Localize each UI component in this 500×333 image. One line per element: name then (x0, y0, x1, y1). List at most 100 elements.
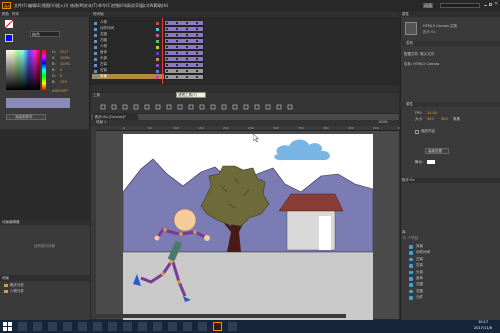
menu-item[interactable]: 控制(O) (112, 3, 126, 9)
channel-row[interactable]: G: 0 (52, 74, 88, 79)
animate-app-icon[interactable] (213, 322, 222, 331)
workspace-label[interactable]: 动画 (423, 3, 433, 8)
layer-color-tag[interactable] (156, 69, 159, 73)
hand-tool-icon[interactable] (276, 104, 282, 110)
keyframe-dot[interactable] (176, 52, 178, 54)
keyframe-dot[interactable] (176, 22, 178, 24)
hex-field[interactable]: #0000FF (52, 89, 76, 94)
menu-item[interactable]: 调试(D) (126, 3, 140, 9)
eyedropper-icon[interactable] (232, 104, 238, 110)
stage-canvas[interactable] (123, 134, 373, 321)
layer-color-tag[interactable] (156, 63, 159, 67)
fps-value[interactable]: 24.00 (427, 111, 437, 116)
keyframe-dot[interactable] (186, 64, 188, 66)
layer-color-tag[interactable] (156, 21, 159, 25)
size-width[interactable]: 550 (427, 117, 434, 122)
menu-item[interactable]: 视图(V) (42, 3, 56, 9)
layer-color-tag[interactable] (156, 57, 159, 61)
layer-color-tag[interactable] (156, 27, 159, 31)
layer-row[interactable]: 人物 (92, 44, 164, 50)
frame-span[interactable] (164, 68, 204, 74)
start-button[interactable] (3, 322, 12, 331)
menu-item[interactable]: 插入(I) (56, 3, 68, 9)
keyframe-dot[interactable] (166, 28, 168, 30)
menu-item[interactable]: 命令(C) (98, 3, 112, 9)
keyframe-dot[interactable] (196, 70, 198, 72)
keyframe-dot[interactable] (176, 40, 178, 42)
chrome-icon[interactable] (108, 322, 117, 331)
eraser-icon[interactable] (243, 104, 249, 110)
keyframe-dot[interactable] (186, 22, 188, 24)
library-item[interactable]: 右臂 (409, 263, 494, 269)
keyframe-dot[interactable] (196, 46, 198, 48)
section-properties[interactable]: 属性 (400, 102, 500, 107)
media-player-icon[interactable] (228, 322, 237, 331)
menu-item[interactable]: 文本(T) (84, 3, 98, 9)
frame-span[interactable] (164, 26, 204, 32)
keyframe-dot[interactable] (166, 22, 168, 24)
keyframe-dot[interactable] (176, 28, 178, 30)
task-view-icon[interactable] (33, 322, 42, 331)
frame-span[interactable] (164, 74, 204, 80)
free-transform-icon[interactable] (122, 104, 128, 110)
keyframe-dot[interactable] (166, 40, 168, 42)
keyframe-dot[interactable] (186, 70, 188, 72)
stroke-color-icon[interactable] (4, 19, 14, 29)
library-item[interactable]: 左腿 (409, 282, 494, 288)
library-item[interactable]: 元件 (409, 295, 494, 301)
layer-color-tag[interactable] (156, 51, 159, 55)
fill-type-select[interactable]: 纯色 (30, 31, 60, 37)
keyframe-dot[interactable] (166, 52, 168, 54)
keyframe-dot[interactable] (186, 76, 188, 78)
scene-item-2[interactable]: 人物元件 (4, 289, 84, 294)
selection-tool-icon[interactable] (100, 104, 106, 110)
size-height[interactable]: 400 (441, 117, 448, 122)
tab-color[interactable]: 颜色 (2, 12, 9, 17)
keyframe-dot[interactable] (166, 46, 168, 48)
tab-library[interactable]: 库 (402, 230, 406, 235)
keyframe-dot[interactable] (176, 58, 178, 60)
channel-row[interactable]: R: 0 (52, 68, 88, 73)
scene-item-1[interactable]: 跑步元件 (4, 283, 84, 288)
layer-row[interactable]: 右腿 (92, 32, 164, 38)
library-item[interactable]: 右腿 (409, 289, 494, 295)
keyframe-dot[interactable] (196, 28, 198, 30)
library-item[interactable]: 背景 (409, 244, 494, 250)
workspace-search[interactable] (440, 3, 480, 8)
keyframe-dot[interactable] (186, 34, 188, 36)
keyframe-dot[interactable] (196, 76, 198, 78)
pencil-icon[interactable] (199, 104, 205, 110)
layer-row[interactable]: 左臂 (92, 62, 164, 68)
close-icon[interactable]: ✕ (494, 2, 498, 7)
layer-row[interactable]: 头部 (92, 56, 164, 62)
add-swatch-button[interactable]: 添加到样本 (6, 114, 46, 120)
frame-span[interactable] (164, 50, 204, 56)
keyframe-dot[interactable] (176, 64, 178, 66)
keyframe-dot[interactable] (176, 76, 178, 78)
channel-row[interactable]: S: 100% (52, 56, 88, 61)
maximize-icon[interactable] (489, 3, 492, 6)
stage-hscroll[interactable] (96, 314, 346, 318)
layer-row[interactable]: 左腿 (92, 38, 164, 44)
zoom-tool-icon[interactable] (287, 104, 293, 110)
color-spectrum[interactable] (6, 50, 40, 90)
oval-tool-icon[interactable] (188, 104, 194, 110)
keyframe-dot[interactable] (196, 64, 198, 66)
keyframe-dot[interactable] (176, 46, 178, 48)
music-icon[interactable] (153, 322, 162, 331)
wechat-icon[interactable] (123, 322, 132, 331)
tab-swatches[interactable]: 样本 (12, 12, 19, 17)
powerpoint-icon[interactable] (198, 322, 207, 331)
keyframe-dot[interactable] (196, 52, 198, 54)
menu-item[interactable]: 帮助(H) (154, 3, 168, 9)
width-tool-icon[interactable] (254, 104, 260, 110)
layer-color-tag[interactable] (156, 33, 159, 37)
keyframe-dot[interactable] (166, 58, 168, 60)
section-publish[interactable]: 发布 (400, 41, 500, 46)
channel-row[interactable]: B: 100% (52, 62, 88, 67)
keyframe-dot[interactable] (176, 70, 178, 72)
keyframe-dot[interactable] (186, 46, 188, 48)
advanced-settings-button[interactable]: 高级设置 (425, 148, 449, 154)
keyframe-dot[interactable] (176, 34, 178, 36)
brush-icon[interactable] (210, 104, 216, 110)
